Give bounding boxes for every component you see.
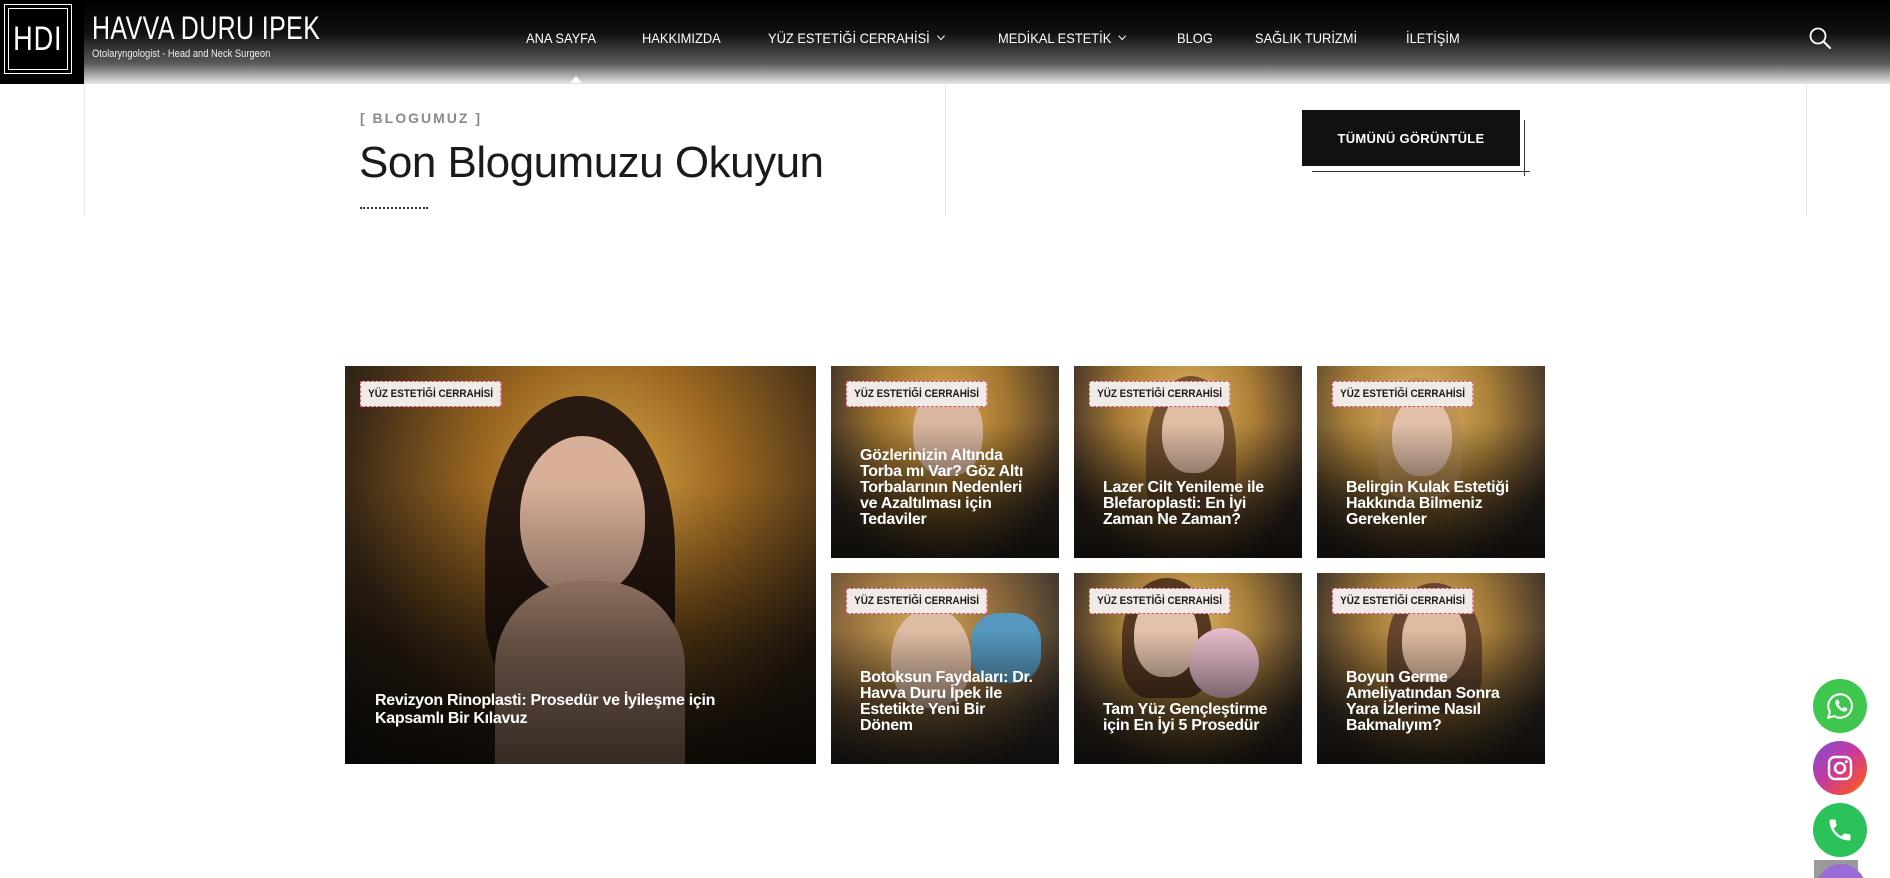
card-title[interactable]: Boyun Germe Ameliyatından Sonra Yara İzl… [1346, 670, 1519, 734]
category-badge[interactable]: YÜZ ESTETİĞİ CERRAHİSİ [846, 588, 988, 614]
nav-item-medikal-estetik[interactable]: MEDİKAL ESTETİK [998, 30, 1127, 46]
card-title[interactable]: Revizyon Rinoplasti: Prosedür ve İyileşm… [375, 692, 766, 728]
site-header: HDI HAVVA DURU IPEK Otolaryngologist - H… [0, 0, 1890, 84]
brand[interactable]: HAVVA DURU IPEK Otolaryngologist - Head … [92, 12, 385, 60]
phone-icon [1829, 819, 1851, 841]
blog-card[interactable]: YÜZ ESTETİĞİ CERRAHİSİ Botoksun Faydalar… [831, 573, 1059, 764]
title-underline [360, 207, 428, 209]
blog-card[interactable]: YÜZ ESTETİĞİ CERRAHİSİ Tam Yüz Gençleşti… [1074, 573, 1302, 764]
view-all-button[interactable]: TÜMÜNÜ GÖRÜNTÜLE [1302, 110, 1520, 166]
button-decoration [1524, 120, 1525, 176]
chevron-down-icon [1118, 31, 1127, 41]
page: HDI HAVVA DURU IPEK Otolaryngologist - H… [0, 0, 1890, 878]
section-title: Son Blogumuzu Okuyun [359, 138, 824, 187]
brand-subtitle: Otolaryngologist - Head and Neck Surgeon [92, 48, 271, 60]
active-nav-indicator [570, 76, 582, 83]
category-badge[interactable]: YÜZ ESTETİĞİ CERRAHİSİ [1089, 381, 1231, 407]
search-icon[interactable] [1808, 26, 1832, 50]
phone-button[interactable] [1813, 803, 1867, 857]
main-nav: ANA SAYFA HAKKIMIZDA YÜZ ESTETİĞİ CERRAH… [526, 0, 1505, 76]
section-eyebrow: [ BLOGUMUZ ] [360, 110, 482, 126]
whatsapp-button[interactable] [1813, 679, 1867, 733]
card-title[interactable]: Tam Yüz Gençleştirme için En İyi 5 Prose… [1103, 702, 1276, 734]
button-decoration [1312, 171, 1530, 172]
divider [84, 84, 85, 216]
nav-item-ana-sayfa[interactable]: ANA SAYFA [526, 30, 596, 46]
blog-card[interactable]: YÜZ ESTETİĞİ CERRAHİSİ Belirgin Kulak Es… [1317, 366, 1545, 558]
divider [1806, 84, 1807, 216]
category-badge[interactable]: YÜZ ESTETİĞİ CERRAHİSİ [360, 381, 502, 407]
nav-item-yuz-estetigi[interactable]: YÜZ ESTETİĞİ CERRAHİSİ [768, 30, 945, 46]
card-title[interactable]: Belirgin Kulak Estetiği Hakkında Bilmeni… [1346, 480, 1519, 528]
chevron-down-icon [936, 31, 945, 41]
whatsapp-icon [1826, 693, 1853, 720]
category-badge[interactable]: YÜZ ESTETİĞİ CERRAHİSİ [1332, 588, 1474, 614]
divider [945, 84, 946, 216]
category-badge[interactable]: YÜZ ESTETİĞİ CERRAHİSİ [1089, 588, 1231, 614]
nav-item-blog[interactable]: BLOG [1177, 30, 1213, 46]
nav-item-saglik-turizmi[interactable]: SAĞLIK TURİZMİ [1255, 30, 1357, 46]
category-badge[interactable]: YÜZ ESTETİĞİ CERRAHİSİ [846, 381, 988, 407]
blog-card[interactable]: YÜZ ESTETİĞİ CERRAHİSİ Boyun Germe Ameli… [1317, 573, 1545, 764]
blog-card[interactable]: YÜZ ESTETİĞİ CERRAHİSİ Gözlerinizin Altı… [831, 366, 1059, 558]
instagram-button[interactable] [1813, 741, 1867, 795]
card-title[interactable]: Gözlerinizin Altında Torba mı Var? Göz A… [860, 448, 1033, 528]
blog-card[interactable]: YÜZ ESTETİĞİ CERRAHİSİ Lazer Cilt Yenile… [1074, 366, 1302, 558]
category-badge[interactable]: YÜZ ESTETİĞİ CERRAHİSİ [1332, 381, 1474, 407]
nav-item-hakkimizda[interactable]: HAKKIMIZDA [642, 30, 721, 46]
card-title[interactable]: Botoksun Faydaları: Dr. Havva Duru İpek … [860, 670, 1033, 734]
card-title[interactable]: Lazer Cilt Yenileme ile Blefaroplasti: E… [1103, 480, 1276, 528]
brand-name: HAVVA DURU IPEK [92, 10, 321, 46]
logo[interactable]: HDI [0, 0, 84, 84]
nav-item-iletisim[interactable]: İLETİŞİM [1406, 30, 1460, 46]
instagram-icon [1827, 755, 1853, 781]
logo-letters: HDI [13, 19, 63, 58]
blog-card-featured[interactable]: YÜZ ESTETİĞİ CERRAHİSİ Revizyon Rinoplas… [345, 366, 816, 764]
